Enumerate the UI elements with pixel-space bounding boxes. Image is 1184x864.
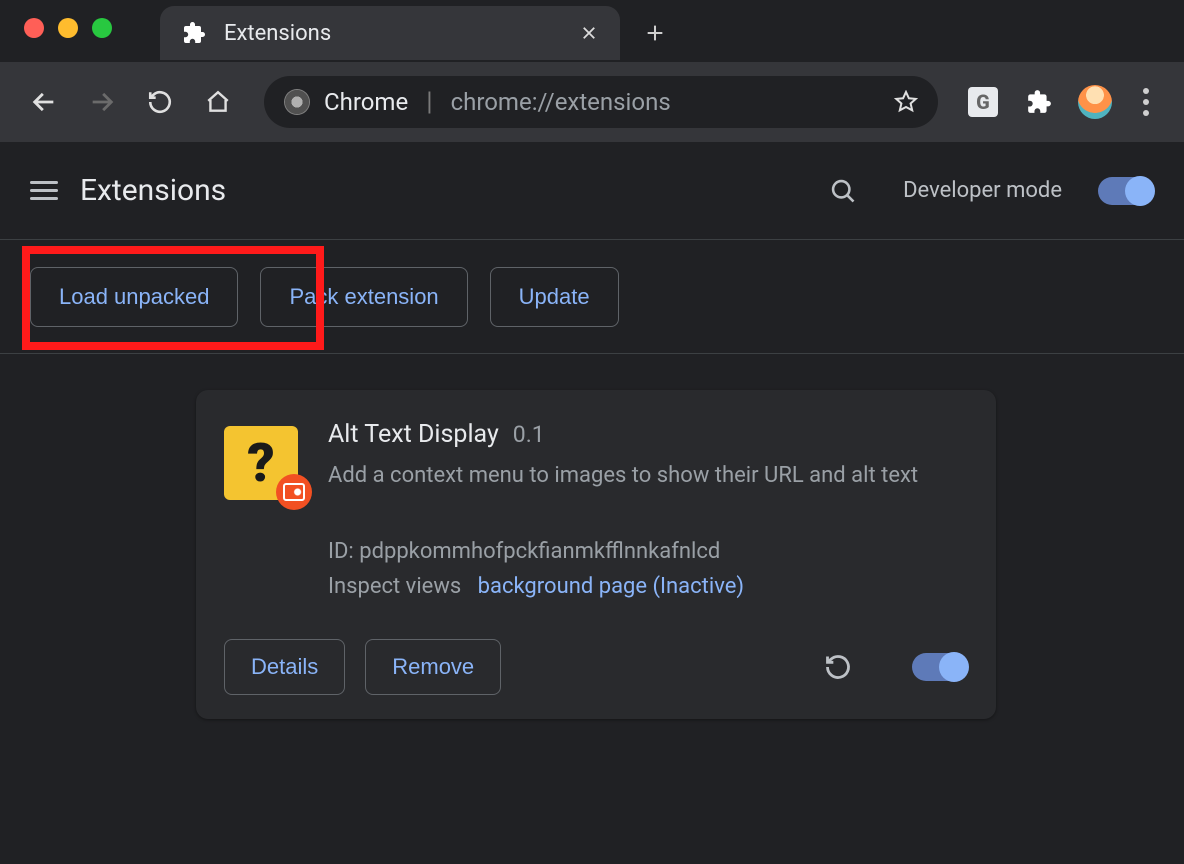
puzzle-icon <box>182 21 206 45</box>
page-title: Extensions <box>80 173 226 208</box>
extension-name: Alt Text Display <box>328 420 499 449</box>
chrome-menu-button[interactable] <box>1126 88 1166 116</box>
profile-avatar[interactable] <box>1078 85 1112 119</box>
reload-button[interactable] <box>134 76 186 128</box>
extension-version: 0.1 <box>513 421 545 448</box>
new-tab-button[interactable] <box>644 22 666 44</box>
dev-badge-icon <box>276 474 312 510</box>
tabstrip: Extensions <box>160 4 666 62</box>
extensions-content: ? Alt Text Display 0.1 Add a context men… <box>0 354 1184 719</box>
omnibox-url: chrome://extensions <box>451 88 880 116</box>
extension-id-value: pdppkommhofpckfianmkfflnnkafnlcd <box>359 539 720 564</box>
omnibox[interactable]: Chrome | chrome://extensions <box>264 76 938 128</box>
developer-mode-toggle[interactable] <box>1098 177 1154 205</box>
tab-title: Extensions <box>224 21 562 46</box>
reload-extension-icon[interactable] <box>824 653 852 681</box>
tab-close-button[interactable] <box>580 24 598 42</box>
developer-mode-label: Developer mode <box>903 178 1062 203</box>
traffic-lights <box>24 18 112 38</box>
extension-card: ? Alt Text Display 0.1 Add a context men… <box>196 390 996 719</box>
extension-id: ID: pdppkommhofpckfianmkfflnnkafnlcd <box>328 539 968 564</box>
extension-icon: ? <box>224 426 298 500</box>
browser-tab-extensions[interactable]: Extensions <box>160 6 620 60</box>
load-unpacked-button[interactable]: Load unpacked <box>30 267 238 327</box>
extension-grammarly-icon[interactable]: G <box>966 85 1000 119</box>
forward-button[interactable] <box>76 76 128 128</box>
search-icon[interactable] <box>829 177 857 205</box>
extension-id-label: ID: <box>328 539 354 564</box>
pack-extension-button[interactable]: Pack extension <box>260 267 467 327</box>
extension-enabled-toggle[interactable] <box>912 653 968 681</box>
extension-description: Add a context menu to images to show the… <box>328 459 968 493</box>
bookmark-star-icon[interactable] <box>894 90 918 114</box>
extensions-app-header: Extensions Developer mode <box>0 142 1184 240</box>
developer-toolbar: Load unpacked Pack extension Update <box>0 240 1184 354</box>
window-titlebar: Extensions <box>0 0 1184 62</box>
remove-button[interactable]: Remove <box>365 639 501 695</box>
update-button[interactable]: Update <box>490 267 619 327</box>
main-menu-button[interactable] <box>30 181 58 200</box>
inspect-views-label: Inspect views <box>328 574 461 599</box>
back-button[interactable] <box>18 76 70 128</box>
extensions-menu-icon[interactable] <box>1022 85 1056 119</box>
window-minimize-button[interactable] <box>58 18 78 38</box>
omnibox-chip-label: Chrome <box>324 88 408 116</box>
browser-toolbar: Chrome | chrome://extensions G <box>0 62 1184 142</box>
chrome-icon <box>284 89 310 115</box>
window-zoom-button[interactable] <box>92 18 112 38</box>
omnibox-separator: | <box>422 87 436 117</box>
window-close-button[interactable] <box>24 18 44 38</box>
details-button[interactable]: Details <box>224 639 345 695</box>
home-button[interactable] <box>192 76 244 128</box>
inspect-background-link[interactable]: background page (Inactive) <box>478 574 744 599</box>
